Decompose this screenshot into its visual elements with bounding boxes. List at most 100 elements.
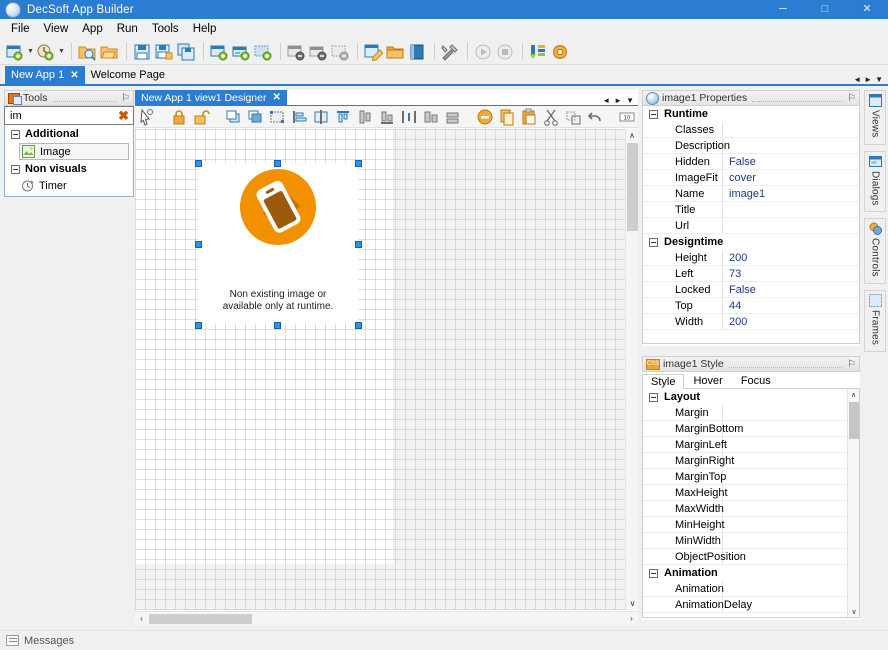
book-icon[interactable] [407,42,427,62]
chevron-left-icon[interactable]: ◄ [853,75,861,84]
collapse-icon[interactable] [11,129,20,139]
property-value[interactable] [723,202,859,217]
hscroll-thumb[interactable] [149,614,252,624]
scroll-left-icon[interactable]: ‹ [135,614,148,623]
property-value[interactable] [723,138,859,153]
style-value[interactable] [723,533,859,548]
make-same-width-icon[interactable] [443,107,463,127]
style-value[interactable] [723,437,859,452]
resize-handle-n[interactable] [274,160,281,167]
table-row[interactable]: Left 73 [643,266,859,282]
open-recent-icon[interactable] [35,42,55,62]
minimize-button[interactable]: ─ [762,0,804,19]
cut-control-icon[interactable] [541,107,561,127]
tab-hover[interactable]: Hover [684,373,731,388]
property-value[interactable] [723,218,859,233]
close-icon[interactable]: ✕ [272,92,280,103]
style-value[interactable] [723,453,859,468]
style-value[interactable] [723,421,859,436]
clear-x-icon[interactable]: ✖ [118,109,129,123]
collapse-icon[interactable] [649,392,658,402]
delete-control-icon[interactable] [475,107,495,127]
messages-label[interactable]: Messages [24,635,74,647]
menu-help[interactable]: Help [186,21,224,37]
style-value[interactable] [723,405,859,420]
open-folder-icon[interactable] [99,42,119,62]
table-row[interactable]: Hidden False [643,154,859,170]
collapse-icon[interactable] [11,164,20,174]
resources-folder-icon[interactable] [385,42,405,62]
remove-frame-icon[interactable] [330,42,350,62]
resize-handle-nw[interactable] [195,160,202,167]
vertical-tab-dialogs[interactable]: Dialogs [864,150,886,213]
style-value[interactable] [723,581,859,596]
chevron-down-icon[interactable]: ▼ [875,75,883,84]
table-row[interactable]: Locked False [643,282,859,298]
resize-handle-w[interactable] [195,241,202,248]
style-category-layout[interactable]: Layout [643,389,859,405]
view-surface[interactable]: Non existing image or available only at … [135,129,393,564]
align-bottom-icon[interactable] [377,107,397,127]
close-icon[interactable]: ✕ [70,70,78,81]
chevron-left-icon[interactable]: ◄ [602,96,610,105]
canvas-horizontal-scrollbar[interactable]: ‹ › [135,611,638,625]
unlock-controls-icon[interactable] [191,107,211,127]
table-row[interactable]: Top 44 [643,298,859,314]
table-row[interactable]: Title [643,202,859,218]
table-row[interactable]: Width 200 [643,314,859,330]
property-value[interactable]: 44 [723,298,859,313]
size-to-grid-icon[interactable] [267,107,287,127]
paste-control-icon[interactable] [519,107,539,127]
style-value[interactable] [723,485,859,500]
save-as-icon[interactable] [154,42,174,62]
table-row[interactable]: Name image1 [643,186,859,202]
table-row[interactable]: ImageFit cover [643,170,859,186]
build-tools-icon[interactable] [440,42,460,62]
property-value[interactable]: 200 [723,250,859,265]
pin-icon[interactable]: ⚐ [847,359,856,370]
table-row[interactable]: MinHeight [643,517,859,533]
add-view-icon[interactable] [209,42,229,62]
tab-style[interactable]: Style [642,374,685,389]
table-row[interactable]: AnimationDelay [643,597,859,613]
table-row[interactable]: ObjectPosition [643,549,859,565]
vertical-tab-frames[interactable]: Frames [864,290,886,353]
menu-run[interactable]: Run [110,21,145,37]
doc-tab-new-app-1[interactable]: New App 1 ✕ [5,66,85,84]
vscroll-thumb[interactable] [627,143,638,231]
doc-tab-welcome-page[interactable]: Welcome Page [84,66,171,84]
scroll-up-icon[interactable]: ∧ [848,389,859,401]
chevron-right-icon[interactable]: ► [614,96,622,105]
remove-dialog-icon[interactable] [308,42,328,62]
resize-handle-ne[interactable] [355,160,362,167]
open-recent-dropdown-caret[interactable]: ▼ [57,42,66,62]
open-app-icon[interactable] [77,42,97,62]
tools-group-non-visuals[interactable]: Non visuals [5,162,133,176]
tool-item-timer[interactable]: Timer [19,178,129,193]
property-value[interactable]: 200 [723,314,859,329]
image-control-image1[interactable]: Non existing image or available only at … [198,163,358,323]
chevron-down-icon[interactable]: ▼ [626,96,634,105]
canvas-vertical-scrollbar[interactable]: ∧ ∨ [625,129,638,610]
designer-tab[interactable]: New App 1 view1 Designer ✕ [135,90,287,105]
resize-handle-se[interactable] [355,322,362,329]
property-value[interactable] [723,122,859,137]
table-row[interactable]: MinWidth [643,533,859,549]
style-value[interactable] [723,549,859,564]
align-top-icon[interactable] [333,107,353,127]
scroll-down-icon[interactable]: ∨ [848,606,859,617]
add-dialog-icon[interactable] [231,42,251,62]
update-icon[interactable] [528,42,548,62]
run-icon[interactable] [473,42,493,62]
chevron-right-icon[interactable]: ► [864,75,872,84]
bring-to-front-icon[interactable] [223,107,243,127]
grid-size-icon[interactable]: 10 [617,107,637,127]
style-value[interactable] [723,469,859,484]
new-app-icon[interactable] [4,42,24,62]
table-row[interactable]: Margin [643,405,859,421]
stop-icon[interactable] [495,42,515,62]
style-vscroll-thumb[interactable] [849,402,859,439]
search-input[interactable] [8,108,108,123]
menu-tools[interactable]: Tools [145,21,186,37]
table-row[interactable]: Url [643,218,859,234]
